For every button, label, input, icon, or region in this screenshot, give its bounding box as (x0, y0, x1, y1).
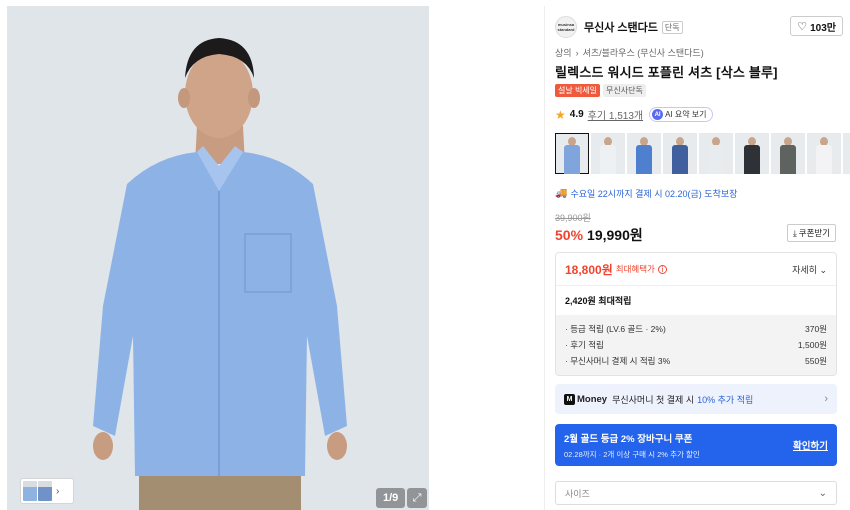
money-logo: M Money (564, 393, 608, 405)
points-breakdown: · 등급 적립 (LV.6 골드 · 2%) 370원 · 후기 적립 1,50… (556, 315, 836, 375)
color-option-thumb[interactable] (591, 133, 625, 174)
delivery-text: 수요일 22시까지 결제 시 02.20(금) 도착보장 (570, 189, 738, 199)
points-row: · 등급 적립 (LV.6 골드 · 2%) 370원 (565, 321, 827, 337)
shirt-swatch (564, 145, 580, 174)
like-count: 103만 (810, 22, 836, 34)
chevron-right-icon[interactable]: › (56, 486, 59, 497)
shirt-swatch (600, 145, 616, 174)
discount-rate: 50% (555, 227, 584, 243)
benefit-box: 18,800원 최대혜택가 i 자세히 ⌄ 2,420원 최대적립 · 등급 적… (555, 252, 837, 376)
brand-name[interactable]: 무신사 스탠다드 (584, 19, 658, 35)
coupon-banner-subtitle: 02.28까지 · 2개 이상 구매 시 2% 추가 할인 (564, 450, 700, 459)
color-option-thumb[interactable] (663, 133, 697, 174)
ai-summary-label: AI 요약 보기 (665, 110, 707, 119)
breadcrumb-level2[interactable]: 셔츠/블라우스 (무신사 스탠다드) (583, 46, 704, 59)
detail-toggle[interactable]: 자세히 ⌄ (792, 263, 827, 276)
points-row: · 무신사머니 결제 시 적립 3% 550원 (565, 353, 827, 369)
money-banner-highlight: 10% 추가 적립 (697, 394, 754, 405)
points-row-label: · 무신사머니 결제 시 적립 3% (565, 356, 671, 366)
expand-icon[interactable]: ⤢ (407, 488, 427, 508)
truck-icon: 🚚 (555, 188, 568, 199)
color-options (555, 133, 850, 174)
color-option-thumb[interactable] (843, 133, 850, 174)
detail-label: 자세히 (792, 264, 817, 275)
breadcrumb-separator: › (575, 47, 579, 58)
points-row-value: 550원 (804, 356, 827, 366)
max-benefit-label: 최대혜택가 (615, 264, 655, 274)
coupon-banner[interactable]: 2월 골드 등급 2% 장바구니 쿠폰 02.28까지 · 2개 이상 구매 시… (555, 424, 837, 466)
original-price: 39,900원 (555, 213, 591, 223)
review-link[interactable]: 후기 1,513개 (588, 107, 643, 122)
points-total: 2,420원 최대적립 (556, 285, 836, 315)
points-row: · 후기 적립 1,500원 (565, 337, 827, 353)
coupon-button-label: 쿠폰받기 (798, 228, 831, 238)
color-option-thumb[interactable] (807, 133, 841, 174)
sale-tag: 설날 빅세일 (555, 84, 601, 97)
brand-badge: 단독 (661, 20, 683, 34)
ai-icon: AI (652, 109, 664, 120)
brand-row: musinsa standard 무신사 스탠다드 단독 ♡ 103만 (555, 16, 843, 38)
coupon-banner-title: 2월 골드 등급 2% 장바구니 쿠폰 (564, 434, 693, 445)
sale-price: 19,990원 (587, 227, 643, 243)
max-benefit-price: 18,800원 (565, 262, 613, 277)
points-row-value: 370원 (804, 324, 827, 334)
breadcrumb: 상의 › 셔츠/블라우스 (무신사 스탠다드) (555, 46, 704, 59)
coupon-button[interactable]: ⤓ 쿠폰받기 (787, 224, 837, 242)
rating-value: 4.9 (569, 109, 584, 120)
heart-icon: ♡ (797, 20, 808, 33)
delivery-info: 🚚 수요일 22시까지 결제 시 02.20(금) 도착보장 (555, 187, 737, 200)
image-counter: 1/9 (376, 488, 406, 508)
size-select[interactable]: 사이즈 ⌄ (555, 481, 837, 505)
product-photo (7, 6, 429, 510)
color-option-thumb[interactable] (735, 133, 769, 174)
chevron-down-icon: ⌄ (818, 487, 827, 499)
exclusive-tag: 무신사단독 (603, 84, 646, 97)
color-option-thumb[interactable] (771, 133, 805, 174)
info-icon[interactable]: i (657, 264, 667, 274)
shirt-swatch (744, 145, 760, 174)
color-option-thumb[interactable] (699, 133, 733, 174)
ai-summary-button[interactable]: AI AI 요약 보기 (649, 107, 713, 122)
shirt-swatch (816, 145, 832, 174)
product-tags: 설날 빅세일 무신사단독 (555, 84, 646, 97)
product-title: 릴렉스드 워시드 포플린 셔츠 [삭스 블루] (555, 65, 778, 80)
thumbnail-image[interactable] (23, 481, 37, 501)
money-banner[interactable]: M Money 무신사머니 첫 결제 시 10% 추가 적립 › (555, 384, 837, 414)
points-row-label: · 등급 적립 (LV.6 골드 · 2%) (565, 324, 666, 334)
size-placeholder: 사이즈 (565, 488, 590, 499)
color-option-thumb[interactable] (627, 133, 661, 174)
money-icon: M (564, 393, 575, 405)
thumbnail-image[interactable] (38, 481, 52, 501)
star-icon: ★ (555, 107, 566, 122)
chevron-down-icon: ⌄ (819, 264, 827, 275)
price-row: 50% 19,990원 (555, 225, 643, 245)
points-row-value: 1,500원 (797, 340, 827, 350)
color-option-thumb[interactable] (555, 133, 589, 174)
points-row-label: · 후기 적립 (565, 340, 604, 350)
download-icon: ⤓ (793, 227, 797, 238)
coupon-confirm-link[interactable]: 확인하기 (793, 438, 828, 452)
shirt-swatch (672, 145, 688, 174)
like-button[interactable]: ♡ 103만 (790, 16, 843, 36)
product-image-gallery[interactable]: › 1/9 ⤢ (7, 6, 429, 510)
product-info-panel: musinsa standard 무신사 스탠다드 단독 ♡ 103만 상의 ›… (544, 6, 850, 510)
chevron-right-icon: › (824, 393, 828, 405)
shirt-swatch (636, 145, 652, 174)
max-benefit-row[interactable]: 18,800원 최대혜택가 i 자세히 ⌄ (556, 253, 836, 285)
money-banner-text: 무신사머니 첫 결제 시 (612, 394, 695, 405)
shirt-swatch (708, 145, 724, 174)
breadcrumb-level1[interactable]: 상의 (555, 46, 572, 59)
rating-row: ★ 4.9 후기 1,513개 AI AI 요약 보기 (555, 107, 713, 122)
shirt-swatch (780, 145, 796, 174)
brand-logo[interactable]: musinsa standard (555, 16, 577, 38)
money-logo-text: Money (577, 393, 608, 405)
thumbnail-strip[interactable]: › (20, 478, 74, 504)
